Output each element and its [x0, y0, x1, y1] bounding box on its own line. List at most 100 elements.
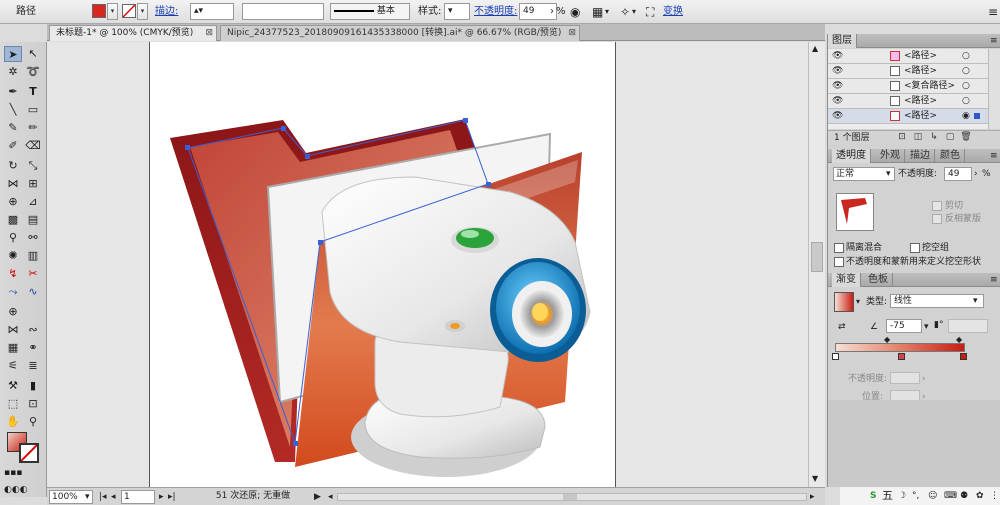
tab-swatches[interactable]: 色板 [864, 273, 893, 287]
free-transform-icon[interactable]: ⊞ [24, 176, 42, 192]
ime-mode[interactable]: 五 [882, 490, 893, 502]
layer-label[interactable]: <路径> [904, 110, 937, 122]
layer-label[interactable]: <复合路径> [904, 80, 955, 92]
target-icon[interactable]: ○ [962, 50, 970, 62]
reverse-gradient-icon[interactable]: ⇄ [838, 321, 846, 333]
magic-wand-icon[interactable]: ✲ [4, 64, 22, 80]
pucker-icon[interactable]: ⚭ [24, 340, 42, 356]
invert-mask-checkbox[interactable] [932, 214, 942, 224]
first-artboard-icon[interactable]: |◂ [99, 491, 107, 503]
eraser-icon[interactable]: ⌫ [24, 138, 42, 154]
close-tab-icon[interactable]: ⊠ [205, 26, 213, 41]
scroll-down-icon[interactable]: ▼ [812, 474, 818, 483]
next-artboard-icon[interactable]: ▸ [159, 491, 164, 503]
new-layer-icon[interactable]: ▢ [944, 132, 956, 143]
tab-color[interactable]: 颜色 [936, 149, 965, 163]
align-dropdown[interactable]: ▾ [605, 4, 609, 20]
rotate-tool-icon[interactable]: ↻ [4, 158, 22, 174]
emoji-icon[interactable]: ☺ [928, 490, 937, 502]
eye-icon[interactable]: 👁 [832, 80, 843, 92]
ime-logo-icon[interactable]: S [870, 490, 876, 502]
gradient-type-select[interactable]: 线性 ▾ [890, 294, 984, 308]
layer-row[interactable]: 👁 <复合路径> ○ [828, 79, 988, 94]
direct-selection-tool-icon[interactable]: ↖ [24, 46, 42, 62]
user-icon[interactable]: ⚉ [960, 490, 968, 502]
layer-label[interactable]: <路径> [904, 65, 937, 77]
isolate-dropdown[interactable]: ▾ [632, 4, 636, 20]
clip-checkbox[interactable] [932, 201, 942, 211]
opacity-panel-link[interactable]: 不透明度: [474, 4, 517, 20]
artboard-number-field[interactable]: 1 [121, 490, 155, 504]
live-paint-select-icon[interactable]: ≣ [24, 358, 42, 374]
expand-icon[interactable]: ⛶ [646, 4, 654, 20]
fill-swatch[interactable] [92, 4, 106, 18]
canvas-area[interactable] [47, 42, 825, 487]
mesh-grid-icon[interactable]: ▦ [4, 340, 22, 356]
stop-opacity-arrow[interactable]: › [922, 373, 926, 385]
column-graph-icon[interactable]: ▥ [24, 248, 42, 264]
twirl-tool-icon[interactable]: ∾ [24, 322, 42, 338]
eyedropper-icon[interactable]: ⚲ [4, 230, 22, 246]
eye-icon[interactable]: 👁 [832, 110, 843, 122]
eye-icon[interactable]: 👁 [832, 50, 843, 62]
tab-layers[interactable]: 图层 [828, 34, 857, 48]
layers-scrollbar[interactable] [988, 49, 1000, 129]
bar-graph-icon[interactable]: ▮ [24, 378, 42, 394]
blend-mode-select[interactable]: 正常 ▾ [833, 167, 895, 181]
gradient-stop-start[interactable] [832, 353, 839, 360]
opacity-input[interactable]: 49 [944, 167, 972, 181]
target-icon[interactable]: ○ [962, 95, 970, 107]
transform-panel-link[interactable]: 变换 [663, 4, 683, 20]
layer-row-selected[interactable]: 👁 <路径> ◉ [828, 109, 988, 124]
artwork-folder-webcam[interactable] [150, 42, 617, 487]
stroke-color-box[interactable] [19, 443, 39, 463]
knockout-group-checkbox[interactable] [910, 243, 920, 253]
slice-tool-icon[interactable]: ⚒ [4, 378, 22, 394]
layer-row[interactable]: 👁 <路径> ○ [828, 64, 988, 79]
stroke-dropdown[interactable]: ▾ [137, 3, 148, 20]
shape-builder-icon[interactable]: ⊕ [4, 194, 22, 210]
slice-select-icon[interactable]: ⊡ [24, 396, 42, 412]
blob-brush-icon[interactable]: ✐ [4, 138, 22, 154]
tab-stroke[interactable]: 描边 [906, 149, 935, 163]
anchor-convert-icon[interactable]: ⤳ [4, 284, 22, 300]
scroll-up-icon[interactable]: ▲ [812, 44, 818, 53]
tab-transparency[interactable]: 透明度 [832, 149, 871, 163]
tab-appearance[interactable]: 外观 [876, 149, 905, 163]
isolate-blending-checkbox[interactable] [834, 243, 844, 253]
eye-icon[interactable]: 👁 [832, 65, 843, 77]
navigator-icon[interactable]: ⊕ [4, 304, 22, 320]
tab-gradient[interactable]: 渐变 [832, 273, 861, 287]
delete-layer-icon[interactable]: 🗑 [960, 132, 972, 143]
opacity-mask-thumbnail[interactable] [836, 193, 874, 231]
layer-row[interactable]: 👁 <路径> ○ [828, 49, 988, 64]
zoom-dropdown-icon[interactable]: ▾ [85, 491, 90, 503]
graphic-style-picker[interactable]: ▾ [444, 3, 470, 20]
scale-tool-icon[interactable]: ⤡ [24, 158, 42, 174]
h-scroll-thumb[interactable] [563, 494, 577, 500]
perspective-grid-icon[interactable]: ⊿ [24, 194, 42, 210]
fill-dropdown[interactable]: ▾ [107, 3, 118, 20]
gradient-tool-icon[interactable]: ▤ [24, 212, 42, 228]
scroll-left-icon[interactable]: ◂ [328, 491, 333, 503]
menu-grid-icon[interactable]: ⋮ [990, 490, 999, 502]
selection-tool-icon[interactable]: ➤ [4, 46, 22, 62]
blend-tool-icon[interactable]: ⚯ [24, 230, 42, 246]
artboard-tool-icon[interactable]: ⬚ [4, 396, 22, 412]
keyboard-icon[interactable]: ⌨ [944, 490, 957, 502]
eye-icon[interactable]: 👁 [832, 95, 843, 107]
new-sublayer-icon[interactable]: ↳ [928, 132, 940, 143]
color-mode-icon[interactable]: ▪▪▪ [4, 465, 22, 481]
live-paint-icon[interactable]: ⚟ [4, 358, 22, 374]
rectangle-tool-icon[interactable]: ▭ [24, 102, 42, 118]
scissors-icon[interactable]: ✂ [24, 266, 42, 282]
align-icon[interactable]: ▦ [592, 4, 603, 20]
opacity-mask-knockout-checkbox[interactable] [834, 257, 844, 267]
target-icon[interactable]: ○ [962, 65, 970, 77]
pen-tool-icon[interactable]: ✒ [4, 84, 22, 100]
layer-label[interactable]: <路径> [904, 50, 937, 62]
drawing-mode-icon[interactable]: ◐◐◐ [4, 482, 28, 498]
lasso-icon[interactable]: ➰ [24, 64, 42, 80]
line-tool-icon[interactable]: ╲ [4, 102, 22, 118]
panel-menu-icon[interactable]: ≡ [990, 35, 998, 47]
